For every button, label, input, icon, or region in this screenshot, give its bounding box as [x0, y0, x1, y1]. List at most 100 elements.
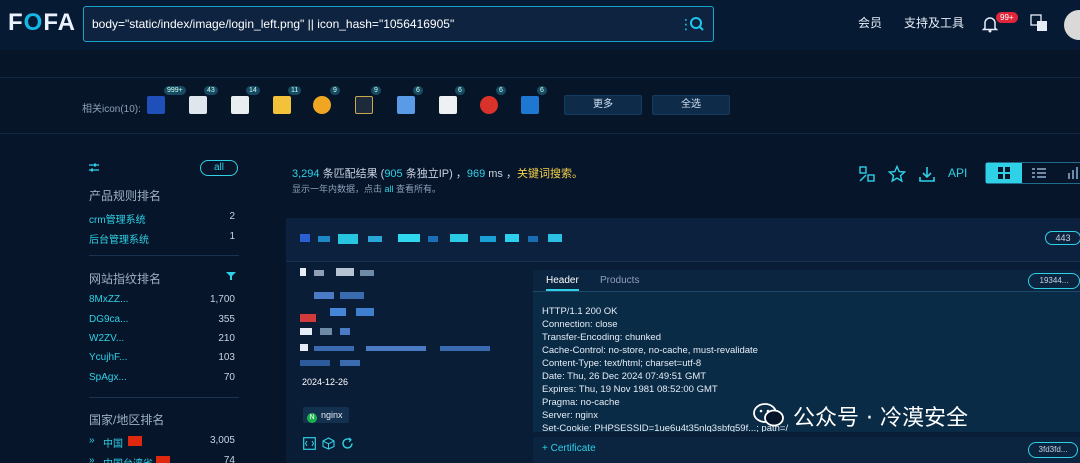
related-icon-6[interactable]: [355, 96, 373, 114]
more-icons-button[interactable]: 更多: [564, 95, 642, 115]
fingerprint-count: 103: [218, 352, 235, 363]
related-icon-5[interactable]: [313, 96, 331, 114]
icon-count: 43: [204, 86, 218, 95]
detail-tabs: Header Products: [533, 270, 1080, 292]
select-all-button[interactable]: 全选: [652, 95, 730, 115]
icon-count: 6: [537, 86, 547, 95]
product-item[interactable]: crm管理系统: [89, 211, 146, 226]
related-icon-10[interactable]: [521, 96, 539, 114]
country-item[interactable]: 中国台湾省: [103, 455, 153, 463]
nav-support-tools[interactable]: 支持及工具: [904, 14, 964, 31]
aggregate-icon[interactable]: [858, 165, 876, 183]
filter-icon[interactable]: [226, 271, 236, 281]
related-icon-8[interactable]: [439, 96, 457, 114]
product-count: 2: [229, 211, 235, 222]
tab-products[interactable]: Products: [600, 275, 639, 286]
divider: [89, 397, 239, 398]
all-filter-button[interactable]: all: [200, 160, 238, 176]
translate-icon[interactable]: [1030, 14, 1048, 32]
header-line: Connection: close: [542, 319, 618, 330]
header-line: Server: nginx: [542, 410, 598, 421]
expand-chevron-icon[interactable]: »: [89, 435, 95, 446]
fingerprint-item[interactable]: SpAgx...: [89, 372, 127, 383]
fingerprint-item[interactable]: YcujhF...: [89, 352, 127, 363]
icon-count: 999+: [164, 86, 186, 95]
show-all-link[interactable]: all: [385, 184, 394, 194]
icon-count: 9: [371, 86, 381, 95]
fingerprint-count: 210: [218, 333, 235, 344]
product-count: 1: [229, 231, 235, 242]
header-line: Date: Thu, 26 Dec 2024 07:49:51 GMT: [542, 371, 707, 382]
time-text: ms ，: [485, 168, 517, 180]
redacted-host: [300, 232, 570, 246]
related-icon-1[interactable]: [147, 96, 165, 114]
server-tag-label: nginx: [321, 410, 343, 420]
port-badge[interactable]: 443: [1045, 231, 1080, 245]
view-toggle: [985, 162, 1080, 184]
header-hash-badge[interactable]: 19344...: [1028, 273, 1080, 289]
country-count: 74: [223, 455, 235, 463]
icon-count: 9: [330, 86, 340, 95]
search-box: ⋮: [83, 6, 714, 42]
total-results: 3,294: [292, 168, 320, 180]
nav-member[interactable]: 会员: [858, 14, 882, 31]
filter-settings-icon[interactable]: [88, 162, 100, 174]
watermark-text: 公众号 · 冷漠安全: [793, 406, 968, 431]
header-line: Expires: Thu, 19 Nov 1981 08:52:00 GMT: [542, 384, 718, 395]
related-icon-3[interactable]: [231, 96, 249, 114]
search-input[interactable]: [92, 7, 662, 41]
note-suffix: 查看所有。: [393, 184, 442, 194]
icon-count: 6: [496, 86, 506, 95]
header-line: Cache-Control: no-store, no-cache, must-…: [542, 345, 758, 356]
wechat-icon: [753, 403, 784, 427]
server-tag[interactable]: Nnginx: [303, 407, 349, 423]
related-icon-4[interactable]: [273, 96, 291, 114]
header-line: Transfer-Encoding: chunked: [542, 332, 661, 343]
download-icon[interactable]: [918, 165, 936, 183]
redacted-details: [300, 268, 500, 378]
fingerprint-item[interactable]: DG9ca...: [89, 314, 128, 325]
product-item[interactable]: 后台管理系统: [89, 231, 149, 246]
api-button[interactable]: API: [948, 166, 967, 180]
certificate-hash-badge[interactable]: 3fd3fd...: [1028, 442, 1078, 458]
fingerprint-ranking-title: 网站指纹排名: [89, 272, 162, 286]
country-ranking-title: 国家/地区排名: [89, 413, 165, 427]
expand-chevron-icon[interactable]: »: [89, 455, 95, 463]
fingerprint-item[interactable]: W2ZV...: [89, 333, 124, 344]
search-icon[interactable]: [689, 16, 705, 32]
sub-bar: [0, 50, 1080, 78]
tab-header[interactable]: Header: [546, 275, 579, 291]
related-icon-7[interactable]: [397, 96, 415, 114]
related-icons-row: 相关icon(10): 999+ 43 14 11 9 9 6 6 6 6 更多…: [0, 78, 1080, 134]
more-options-icon[interactable]: ⋮: [679, 16, 693, 32]
match-text: 条匹配结果 (: [319, 168, 385, 180]
header-line: HTTP/1.1 200 OK: [542, 306, 618, 317]
fingerprint-count: 355: [218, 314, 235, 325]
certificate-toggle[interactable]: + Certificate: [542, 443, 596, 454]
notification-badge: 99+: [996, 12, 1018, 23]
related-icon-9[interactable]: [480, 96, 498, 114]
country-count: 3,005: [209, 435, 235, 446]
grid-icon: [998, 167, 1010, 179]
query-time: 969: [466, 168, 486, 180]
fingerprint-count: 70: [223, 372, 235, 383]
keyword-search-link[interactable]: 关键词搜索。: [517, 168, 583, 180]
list-view-icon[interactable]: [1032, 167, 1046, 179]
china-flag-icon: [156, 456, 170, 463]
unique-ip-count: 905: [384, 168, 403, 180]
fingerprint-item[interactable]: 8MxZZ...: [89, 294, 128, 305]
grid-view-button[interactable]: [986, 163, 1022, 183]
product-ranking-title: 产品规则排名: [89, 189, 162, 203]
chart-view-icon[interactable]: [1066, 167, 1080, 179]
related-icon-2[interactable]: [189, 96, 207, 114]
star-icon[interactable]: [888, 165, 906, 183]
china-flag-icon: [128, 436, 142, 446]
ip-text: 条独立IP) ，: [402, 168, 467, 180]
divider: [89, 255, 239, 256]
code-view-icon[interactable]: [303, 437, 316, 450]
country-item[interactable]: 中国: [103, 435, 123, 450]
refresh-icon[interactable]: [341, 437, 354, 450]
cube-icon[interactable]: [322, 437, 335, 450]
icon-count: 14: [246, 86, 260, 95]
fofa-logo[interactable]: FOFA: [8, 9, 76, 37]
